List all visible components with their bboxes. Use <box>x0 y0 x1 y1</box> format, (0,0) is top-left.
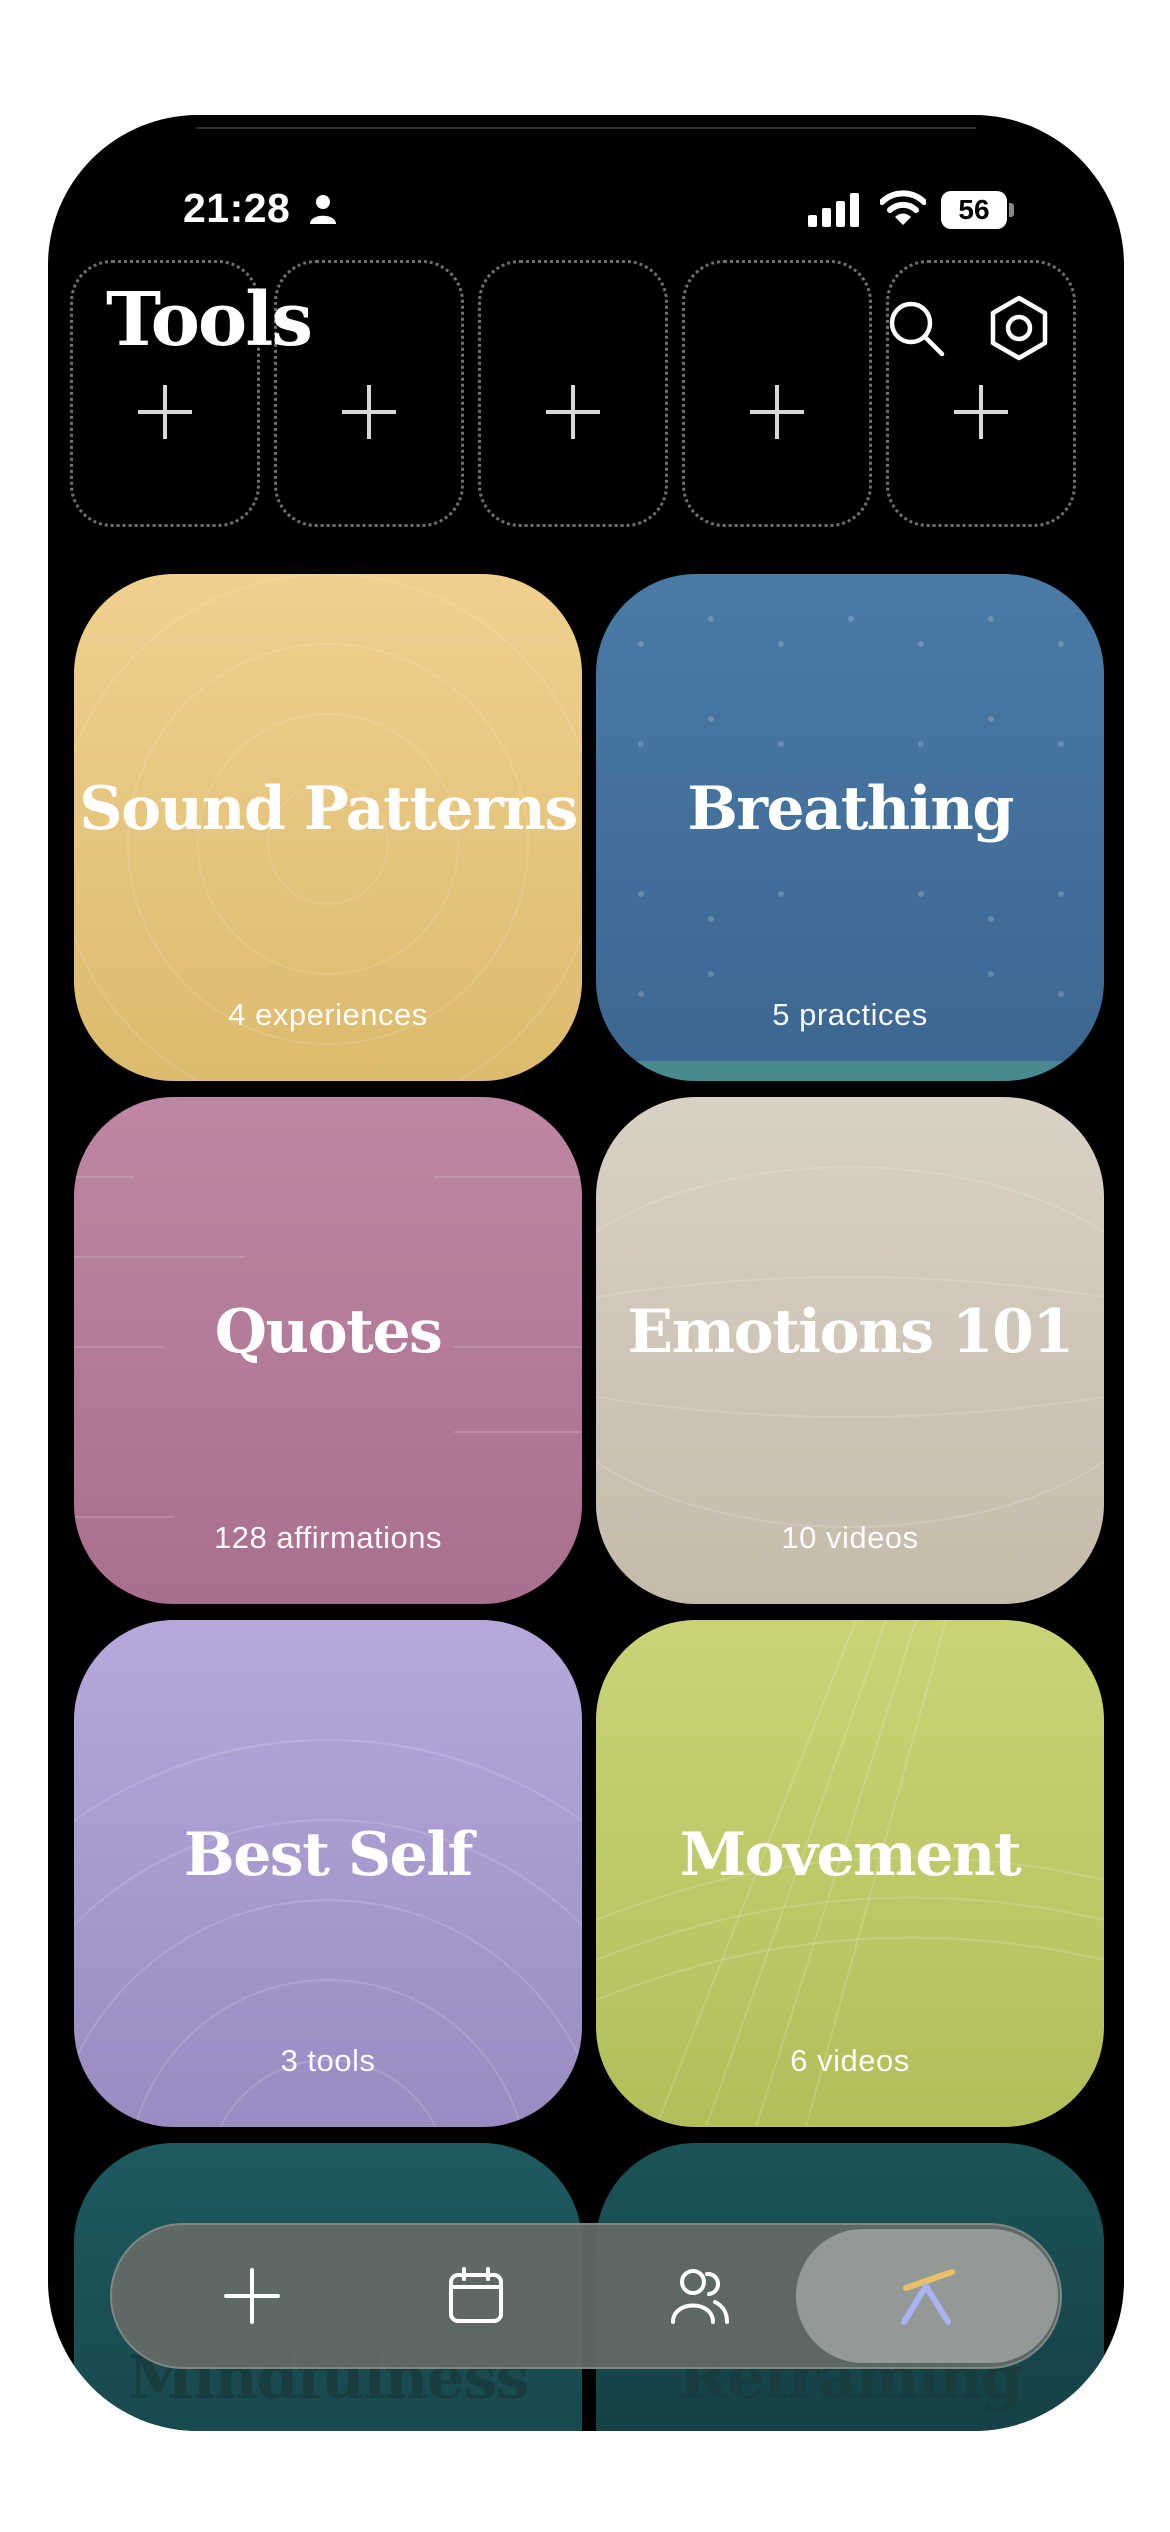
phone-rim <box>196 127 976 129</box>
card-title: Emotions 101 <box>627 1297 1074 1367</box>
page-title: Tools <box>106 277 313 363</box>
card-title: Best Self <box>184 1820 473 1890</box>
tab-add[interactable] <box>152 2225 352 2367</box>
tab-community[interactable] <box>600 2225 800 2367</box>
tool-card-best-self[interactable]: Best Self 3 tools <box>74 1620 582 2127</box>
person-icon <box>310 195 336 224</box>
plus-icon <box>342 385 396 439</box>
plus-icon <box>954 385 1008 439</box>
favorite-slot-4[interactable] <box>682 260 872 527</box>
people-icon <box>671 2269 729 2324</box>
settings-icon[interactable] <box>986 295 1052 361</box>
card-subtitle: 10 videos <box>781 1520 919 1555</box>
phone-frame: 21:28 56 Tools Sound Patterns 4 experien… <box>48 115 1124 2431</box>
battery-indicator: 56 <box>941 191 1015 229</box>
tool-card-sound-patterns[interactable]: Sound Patterns 4 experiences <box>74 574 582 1081</box>
cellular-signal-icon <box>808 193 859 227</box>
battery-tip <box>1009 203 1014 217</box>
tool-card-quotes[interactable]: Quotes 128 affirmations <box>74 1097 582 1604</box>
plus-icon <box>224 2268 280 2324</box>
wifi-icon <box>880 190 926 225</box>
calendar-icon <box>449 2267 503 2323</box>
bottom-tab-bar <box>110 2223 1062 2369</box>
status-time: 21:28 <box>183 185 291 231</box>
card-title: Breathing <box>687 774 1014 844</box>
card-title: Quotes <box>214 1297 443 1367</box>
battery-level: 56 <box>941 191 1007 229</box>
card-subtitle: 5 practices <box>772 997 928 1032</box>
plus-icon <box>750 385 804 439</box>
card-title: Sound Patterns <box>79 774 578 844</box>
tool-card-breathing[interactable]: Breathing 5 practices <box>596 574 1104 1081</box>
plus-icon <box>138 385 192 439</box>
card-title: Movement <box>679 1820 1022 1890</box>
tool-card-movement[interactable]: Movement 6 videos <box>596 1620 1104 2127</box>
card-subtitle: 128 affirmations <box>214 1520 442 1555</box>
card-subtitle: 6 videos <box>790 2043 910 2078</box>
tab-calendar[interactable] <box>376 2225 576 2367</box>
tool-card-emotions-101[interactable]: Emotions 101 10 videos <box>596 1097 1104 1604</box>
tab-tools[interactable] <box>826 2225 1026 2367</box>
search-icon[interactable] <box>886 298 946 358</box>
tools-icon <box>901 2269 955 2325</box>
plus-icon <box>546 385 600 439</box>
card-subtitle: 4 experiences <box>228 997 428 1032</box>
favorite-slot-3[interactable] <box>478 260 668 527</box>
card-subtitle: 3 tools <box>280 2043 376 2078</box>
